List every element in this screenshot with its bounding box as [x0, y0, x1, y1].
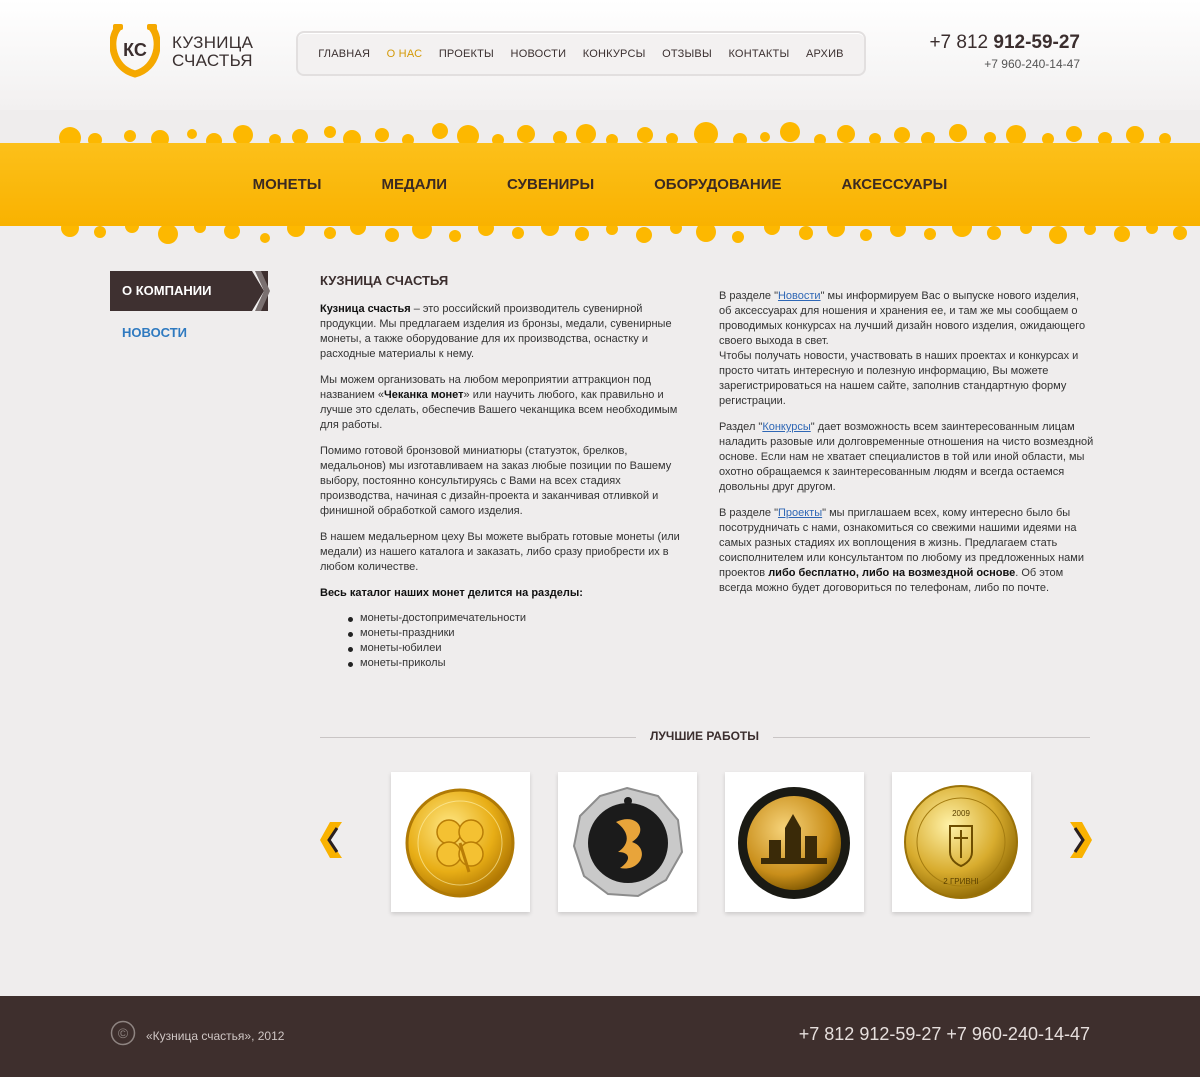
contests-paragraph: Раздел "Конкурсы" дает возможность всем … — [719, 420, 1094, 495]
category-nav: МОНЕТЫ МЕДАЛИ СУВЕНИРЫ ОБОРУДОВАНИЕ АКСЕ… — [0, 143, 1200, 226]
category-band: МОНЕТЫ МЕДАЛИ СУВЕНИРЫ ОБОРУДОВАНИЕ АКСЕ… — [0, 110, 1200, 260]
logo[interactable]: КС КУЗНИЦА СЧАСТЬЯ — [110, 22, 260, 82]
content-left-column: КУЗНИЦА СЧАСТЬЯ Кузница счастья – это ро… — [320, 273, 680, 671]
sidebar-item-news[interactable]: НОВОСТИ — [110, 325, 270, 340]
phone-main-prefix: +7 812 — [929, 32, 989, 53]
top-nav: ГЛАВНАЯ О НАС ПРОЕКТЫ НОВОСТИ КОНКУРСЫ О… — [296, 31, 866, 76]
contests-link[interactable]: Конкурсы — [762, 421, 810, 433]
category-souvenirs[interactable]: СУВЕНИРЫ — [507, 176, 594, 193]
gallery-item[interactable]: 2009 2 ГРИВНІ — [892, 772, 1031, 912]
gold-ukraine-coin-image: 2009 2 ГРИВНІ — [904, 785, 1018, 899]
top-nav-about[interactable]: О НАС — [387, 48, 423, 60]
news-text-start: В разделе " — [719, 290, 778, 302]
news-paragraph: В разделе "Новости" мы информируем Вас о… — [719, 289, 1094, 409]
footer-phones[interactable]: +7 812 912-59-27 +7 960-240-14-47 — [799, 1024, 1090, 1045]
list-item: монеты-праздники — [348, 626, 680, 641]
brand-name-line2: СЧАСТЬЯ — [172, 51, 253, 70]
top-nav-contests[interactable]: КОНКУРСЫ — [583, 48, 646, 60]
svg-text:©: © — [118, 1025, 129, 1041]
projects-text-start: В разделе " — [719, 507, 778, 519]
sidebar-item-about-company[interactable]: О КОМПАНИИ — [110, 271, 270, 311]
brand-name-line1: КУЗНИЦА — [172, 33, 254, 52]
phone-main[interactable]: +7 812 912-59-27 — [929, 32, 1080, 54]
projects-link[interactable]: Проекты — [778, 507, 822, 519]
gallery-item[interactable] — [725, 772, 864, 912]
gold-clover-coin-image — [405, 788, 515, 898]
intro-bold: Кузница счастья — [320, 303, 411, 315]
projects-paragraph: В разделе "Проекты" мы приглашаем всех, … — [719, 506, 1094, 596]
best-works-title: ЛУЧШИЕ РАБОТЫ — [636, 729, 773, 743]
carousel-prev-button[interactable] — [320, 822, 344, 858]
svg-text:КС: КС — [123, 40, 147, 60]
gallery-item[interactable] — [391, 772, 530, 912]
top-nav-home[interactable]: ГЛАВНАЯ — [318, 48, 370, 60]
top-header: КС КУЗНИЦА СЧАСТЬЯ ГЛАВНАЯ О НАС ПРОЕКТЫ… — [0, 0, 1200, 110]
list-item: монеты-юбилеи — [348, 641, 680, 656]
best-works-gallery: 2009 2 ГРИВНІ — [391, 772, 1031, 914]
gold-city-coin-image — [738, 787, 850, 899]
projects-bold: либо бесплатно, либо на возмездной основ… — [768, 567, 1016, 579]
copyright-icon: © — [110, 1020, 136, 1046]
attraction-paragraph: Мы можем организовать на любом мероприят… — [320, 373, 680, 433]
top-nav-news[interactable]: НОВОСТИ — [511, 48, 567, 60]
sidebar-item-label: О КОМПАНИИ — [122, 283, 212, 298]
catalog-heading: Весь каталог наших монет делится на разд… — [320, 587, 583, 599]
contests-text-start: Раздел " — [719, 421, 763, 433]
sidebar: О КОМПАНИИ НОВОСТИ — [110, 271, 270, 340]
news-text-cont: Чтобы получать новости, участвовать в на… — [719, 350, 1079, 407]
chevron-right-icon — [252, 271, 270, 311]
top-nav-reviews[interactable]: ОТЗЫВЫ — [662, 48, 712, 60]
content-right-column: В разделе "Новости" мы информируем Вас о… — [719, 289, 1094, 607]
list-item: монеты-достопримечательности — [348, 611, 680, 626]
page-title: КУЗНИЦА СЧАСТЬЯ — [320, 273, 449, 288]
category-accessories[interactable]: АКСЕССУАРЫ — [842, 176, 948, 193]
top-nav-contacts[interactable]: КОНТАКТЫ — [728, 48, 789, 60]
custom-order-paragraph: Помимо готовой бронзовой миниатюры (стат… — [320, 445, 672, 517]
gallery-item[interactable] — [558, 772, 697, 912]
news-link[interactable]: Новости — [778, 290, 821, 302]
silver-octagon-coin-image — [572, 786, 684, 898]
catalog-list: монеты-достопримечательности монеты-праз… — [348, 611, 680, 671]
attraction-bold: Чеканка монет — [384, 389, 464, 401]
footer: © «Кузница счастья», 2012 +7 812 912-59-… — [0, 996, 1200, 1077]
svg-text:2 ГРИВНІ: 2 ГРИВНІ — [943, 877, 978, 886]
phone-second[interactable]: +7 960-240-14-47 — [929, 57, 1080, 71]
intro-paragraph: Кузница счастья – это российский произво… — [320, 302, 680, 362]
category-medals[interactable]: МЕДАЛИ — [382, 176, 448, 193]
brand-name: КУЗНИЦА СЧАСТЬЯ — [172, 34, 253, 70]
horseshoe-logo-icon: КС — [110, 24, 160, 78]
header-phones: +7 812 912-59-27 +7 960-240-14-47 — [929, 32, 1080, 71]
top-nav-archive[interactable]: АРХИВ — [806, 48, 844, 60]
svg-text:2009: 2009 — [952, 809, 970, 818]
carousel-next-button[interactable] — [1068, 822, 1092, 858]
category-coins[interactable]: МОНЕТЫ — [253, 176, 322, 193]
category-equipment[interactable]: ОБОРУДОВАНИЕ — [654, 176, 781, 193]
copyright-text: «Кузница счастья», 2012 — [146, 1029, 285, 1043]
workshop-paragraph: В нашем медальерном цеху Вы можете выбра… — [320, 531, 680, 573]
list-item: монеты-приколы — [348, 656, 680, 671]
phone-main-number: 912-59-27 — [993, 32, 1080, 53]
top-nav-projects[interactable]: ПРОЕКТЫ — [439, 48, 494, 60]
